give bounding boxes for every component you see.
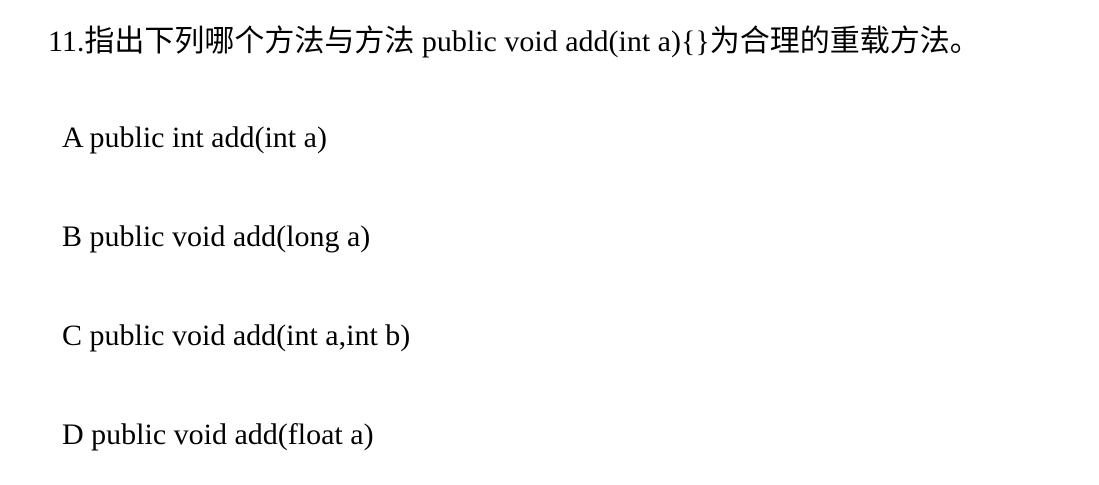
option-a: A public int add(int a) — [62, 121, 327, 154]
question-stem: 11.指出下列哪个方法与方法 public void add(int a){}为… — [48, 25, 980, 58]
option-d: D public void add(float a) — [62, 418, 374, 451]
option-list: A public int add(int a) B public void ad… — [62, 118, 410, 455]
option-b: B public void add(long a) — [62, 220, 371, 253]
option-c: C public void add(int a,int b) — [62, 319, 411, 352]
question-block: 11.指出下列哪个方法与方法 public void add(int a){}为… — [0, 0, 1099, 485]
